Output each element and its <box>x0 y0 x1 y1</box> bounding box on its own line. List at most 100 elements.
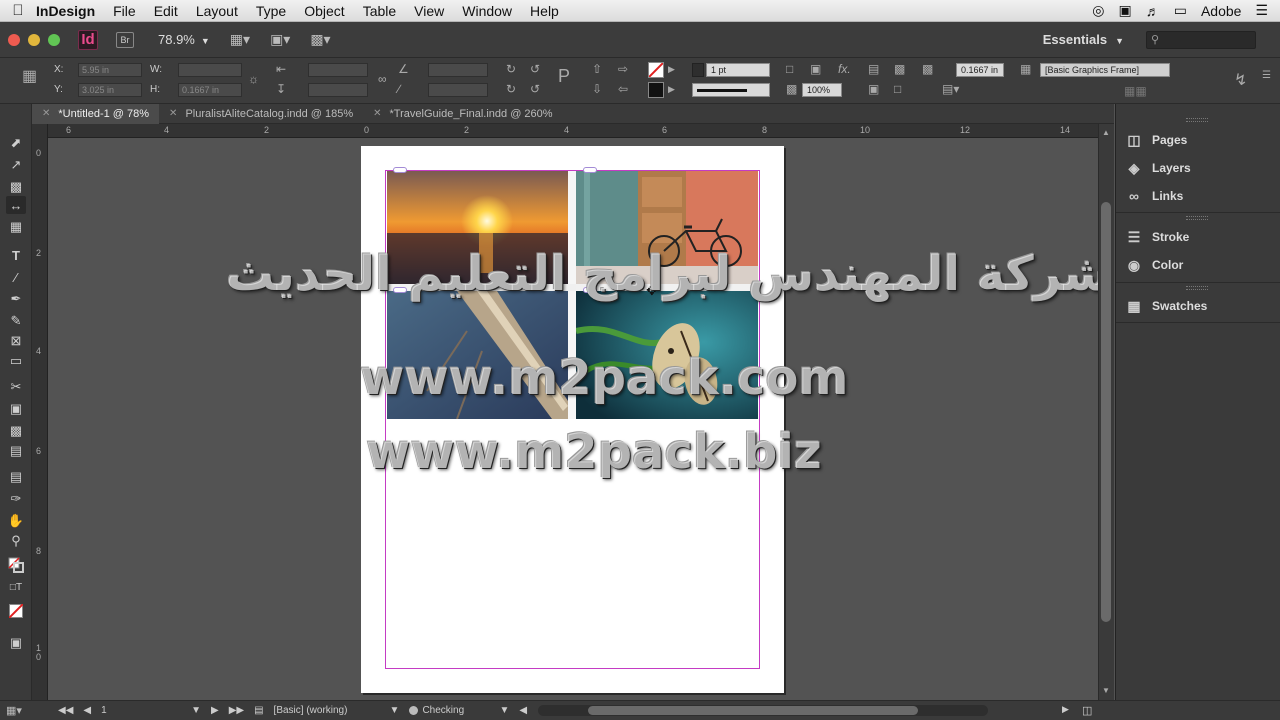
close-icon[interactable]: ✕ <box>42 108 50 119</box>
apply-none-icon[interactable] <box>6 602 26 620</box>
menu-file[interactable]: File <box>113 3 136 19</box>
select-container-icon[interactable]: ⇧ <box>592 62 602 76</box>
creative-cloud-icon[interactable]: ◎ <box>1092 2 1104 19</box>
screen-mode-icon[interactable]: ▣ <box>6 634 26 652</box>
document-page[interactable] <box>361 146 784 693</box>
adobe-menu[interactable]: Adobe <box>1201 3 1241 19</box>
split-window-icon[interactable]: ◫ <box>1082 704 1092 717</box>
rotation-field[interactable] <box>428 63 488 77</box>
tab-travel-guide[interactable]: ✕ *TravelGuide_Final.indd @ 260% <box>363 104 562 124</box>
width-field[interactable] <box>178 63 242 77</box>
zoom-level-dropdown[interactable]: 78.9% ▼ <box>158 32 210 47</box>
corner-options-icon[interactable]: □ <box>786 62 793 76</box>
zoom-window-button[interactable] <box>48 33 60 46</box>
reference-point-icon[interactable]: ▦ <box>22 66 37 86</box>
flip-icon[interactable]: ↻ <box>506 82 516 96</box>
content-collector-icon[interactable]: ▦ <box>6 218 26 236</box>
bridge-button[interactable]: Br <box>116 31 134 48</box>
align-frame-icon[interactable]: ▤▾ <box>942 82 959 96</box>
fitting-frame-icon[interactable]: ▣ <box>868 82 879 96</box>
x-position-field[interactable]: 5.95 in <box>78 63 142 77</box>
minimize-window-button[interactable] <box>28 33 40 46</box>
scroll-up-icon[interactable]: ▲ <box>1102 128 1110 137</box>
stroke-swatch[interactable] <box>648 82 664 98</box>
lightning-icon[interactable]: ↯ <box>1234 70 1247 90</box>
wrap-none-icon[interactable]: ▤ <box>868 62 879 76</box>
panel-grip[interactable] <box>1186 286 1208 290</box>
display-icon[interactable]: ▭ <box>1174 2 1187 19</box>
help-search-input[interactable]: ⚲ <box>1146 30 1256 49</box>
app-name-menu[interactable]: InDesign <box>36 3 95 19</box>
chevron-right-icon[interactable]: ▶ <box>668 84 675 95</box>
type-tool-icon[interactable]: T <box>6 246 26 264</box>
tab-untitled-1[interactable]: ✕ *Untitled-1 @ 78% <box>32 103 160 124</box>
pasteboard[interactable]: ✥ شركة المهندس لبرامج التعليم الحديث www… <box>48 138 1098 700</box>
scroll-down-icon[interactable]: ▼ <box>1102 686 1110 695</box>
select-previous-icon[interactable]: ⇨ <box>618 62 628 76</box>
hand-tool-icon[interactable]: ✋ <box>6 512 26 530</box>
direct-selection-tool-icon[interactable]: ↗ <box>6 156 26 174</box>
fitting-content-icon[interactable]: □ <box>894 82 901 96</box>
scroll-left-icon[interactable]: ◀ <box>519 705 527 716</box>
preflight-status[interactable]: Checking <box>409 705 489 716</box>
volume-icon[interactable]: ♬ <box>1146 3 1160 19</box>
pencil-tool-icon[interactable]: ✎ <box>6 312 26 330</box>
view-options-icon[interactable]: ▦▾ <box>230 31 250 48</box>
first-page-icon[interactable]: ◀◀ <box>58 705 73 716</box>
text-frame-icon[interactable]: P <box>558 66 570 87</box>
panel-layers[interactable]: ◈ Layers <box>1124 157 1274 179</box>
flip-vertical-icon[interactable]: ↺ <box>530 82 540 96</box>
height-field[interactable]: 0.1667 in <box>178 83 242 97</box>
panel-swatches[interactable]: ▦ Swatches <box>1124 295 1274 317</box>
next-page-icon[interactable]: ▶ <box>211 705 219 716</box>
menu-type[interactable]: Type <box>256 3 286 19</box>
horizontal-scroll-thumb[interactable] <box>588 706 918 715</box>
horizontal-scrollbar[interactable] <box>538 705 988 716</box>
formatting-affects-icon[interactable]: □T <box>6 578 26 596</box>
last-page-icon[interactable]: ▶▶ <box>229 705 244 716</box>
select-content-icon[interactable]: ⇩ <box>592 82 602 96</box>
panel-stroke[interactable]: ☰ Stroke <box>1124 226 1274 248</box>
close-icon[interactable]: ✕ <box>169 108 177 119</box>
fill-stroke-swatch-icon[interactable] <box>6 556 26 574</box>
panel-color[interactable]: ◉ Color <box>1124 254 1274 276</box>
rectangle-tool-icon[interactable]: ▭ <box>6 352 26 370</box>
rotate-cw-icon[interactable]: ↻ <box>506 62 516 76</box>
scissors-tool-icon[interactable]: ✂ <box>6 378 26 396</box>
wrap-bounding-icon[interactable]: ▩ <box>894 62 905 76</box>
vertical-ruler[interactable]: 0 2 4 6 8 1 0 <box>32 124 48 700</box>
panel-links[interactable]: ∞ Links <box>1124 185 1274 207</box>
selection-tool-icon[interactable]: ⬈ <box>6 134 26 152</box>
rectangle-frame-tool-icon[interactable]: ⊠ <box>6 332 26 350</box>
content-grabber-icon[interactable] <box>393 167 407 173</box>
menu-window[interactable]: Window <box>462 3 512 19</box>
screen-mode-icon[interactable]: ▣▾ <box>270 31 290 48</box>
content-grabber-icon[interactable] <box>583 167 597 173</box>
vertical-scroll-thumb[interactable] <box>1101 202 1111 622</box>
menu-view[interactable]: View <box>414 3 444 19</box>
shear-field[interactable] <box>428 83 488 97</box>
preflight-profile[interactable]: [Basic] (working) <box>274 705 380 716</box>
y-position-field[interactable]: 3.025 in <box>78 83 142 97</box>
chain-link-icon[interactable]: ∞ <box>378 72 387 86</box>
menu-edit[interactable]: Edit <box>154 3 178 19</box>
tab-pluralist-catalog[interactable]: ✕ PluralistAliteCatalog.indd @ 185% <box>159 104 363 124</box>
apple-icon[interactable]:  <box>0 2 36 19</box>
menu-help[interactable]: Help <box>530 3 559 19</box>
rotate-ccw-icon[interactable]: ↺ <box>530 62 540 76</box>
effects-fx-icon[interactable]: fx. <box>838 62 851 76</box>
zoom-tool-icon[interactable]: ⚲ <box>6 532 26 550</box>
scroll-right-icon[interactable]: ▶ <box>1062 704 1069 715</box>
menu-object[interactable]: Object <box>304 3 344 19</box>
opacity-field[interactable]: 100% <box>802 83 842 97</box>
gradient-swatch-tool-icon[interactable]: ▩ <box>6 422 26 440</box>
pen-tool-icon[interactable]: ✒ <box>6 290 26 308</box>
preflight-profile-dropdown-icon[interactable]: ▼ <box>390 705 400 716</box>
eyedropper-tool-icon[interactable]: ✑ <box>6 490 26 508</box>
constrain-proportions-icon[interactable]: ☼ <box>248 72 259 86</box>
preflight-menu-icon[interactable]: ▼ <box>499 705 509 716</box>
page-dropdown-icon[interactable]: ▼ <box>191 705 201 716</box>
gradient-feather-tool-icon[interactable]: ▤ <box>6 442 26 460</box>
gap-tool-icon[interactable]: ↔ <box>6 196 26 214</box>
previous-page-icon[interactable]: ◀ <box>83 705 91 716</box>
